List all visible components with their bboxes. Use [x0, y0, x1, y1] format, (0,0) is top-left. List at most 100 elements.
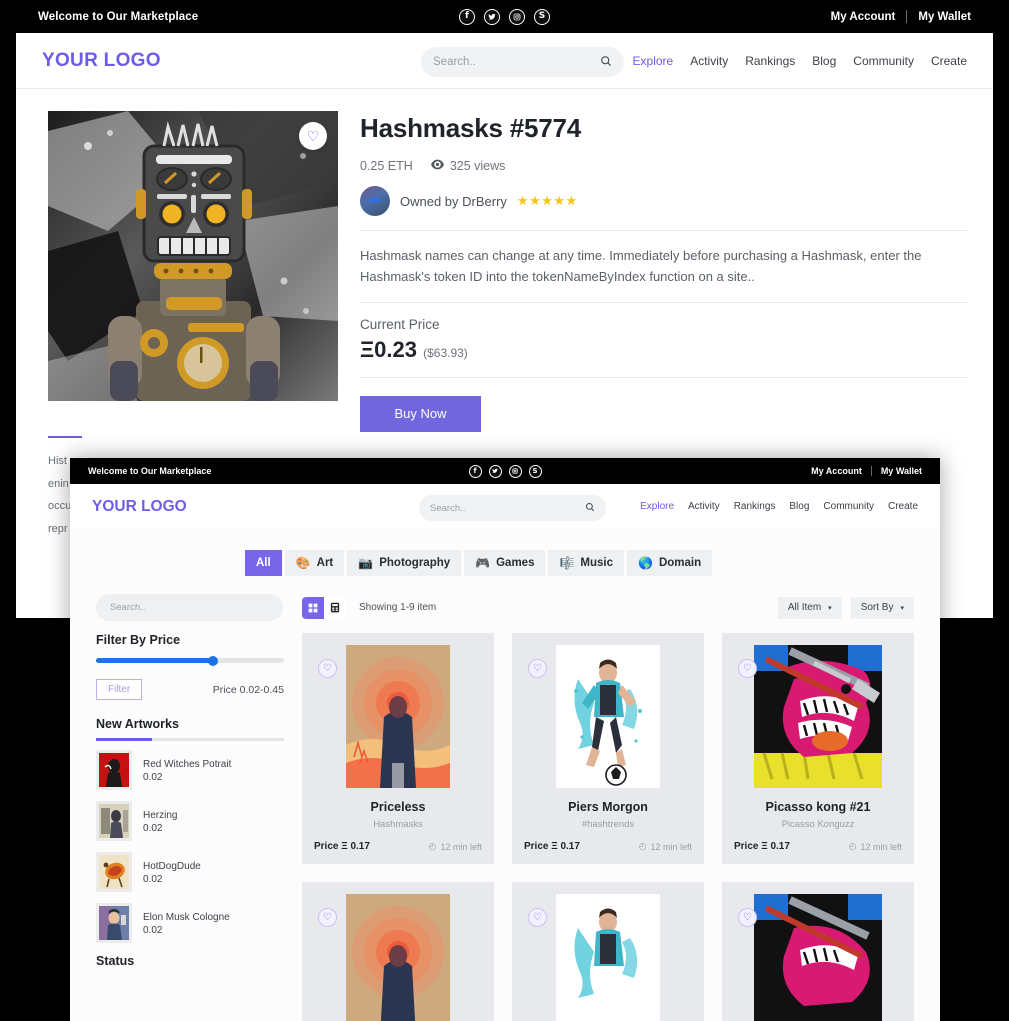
favorite-heart-icon[interactable]: ♡: [738, 659, 757, 678]
category-tab-games[interactable]: 🎮 Games: [464, 550, 546, 576]
nft-artwork-wrapper: ♡: [48, 111, 338, 401]
nft-card[interactable]: ♡: [302, 633, 494, 864]
search-icon[interactable]: [600, 55, 612, 70]
current-price-value: Ξ0.23 ($63.93): [360, 337, 967, 363]
category-tab-music[interactable]: 🎼 Music: [548, 550, 625, 576]
nft-card-image: [524, 894, 692, 1021]
category-tabs: All 🎨 Art 📷 Photography 🎮 Games 🎼 Music: [70, 529, 940, 576]
chevron-down-icon: ▾: [828, 604, 832, 612]
all-item-dropdown[interactable]: All Item ▾: [777, 596, 842, 619]
nft-card-title: Piers Morgon: [568, 800, 648, 814]
nav-link-blog[interactable]: Blog: [789, 501, 809, 512]
skype-icon[interactable]: S: [534, 8, 550, 25]
nft-card-image: [314, 894, 482, 1021]
account-links: My Account My Wallet: [831, 10, 971, 23]
list-item[interactable]: Red Witches Potrait 0.02: [96, 749, 284, 790]
skype-icon[interactable]: S: [528, 464, 542, 478]
instagram-icon[interactable]: [509, 8, 525, 25]
nav-link-rankings[interactable]: Rankings: [745, 54, 795, 68]
site-logo[interactable]: YOUR LOGO: [42, 50, 161, 72]
nav-link-blog[interactable]: Blog: [812, 54, 836, 68]
list-view-icon[interactable]: [324, 596, 346, 619]
price-range-label: Price 0.02-0.45: [212, 683, 284, 696]
nav-link-activity[interactable]: Activity: [690, 54, 728, 68]
favorite-heart-button[interactable]: ♡: [299, 122, 327, 150]
price-range-slider[interactable]: [96, 655, 284, 666]
nav-link-rankings[interactable]: Rankings: [734, 501, 776, 512]
list-item[interactable]: HotDogDude 0.02: [96, 851, 284, 892]
buy-now-button[interactable]: Buy Now: [360, 395, 481, 432]
nav-link-create[interactable]: Create: [931, 54, 967, 68]
twitter-icon[interactable]: [488, 464, 502, 478]
divider: [360, 230, 967, 231]
sort-by-dropdown[interactable]: Sort By ▾: [850, 596, 914, 619]
filter-button[interactable]: Filter: [96, 679, 143, 700]
nav-link-explore[interactable]: Explore: [633, 54, 674, 68]
nft-card-image: [734, 894, 902, 1021]
category-label: Domain: [658, 557, 702, 569]
favorite-heart-icon[interactable]: ♡: [318, 908, 337, 927]
category-tab-art[interactable]: 🎨 Art: [284, 550, 345, 576]
overlay-top-utility-bar: Welcome to Our Marketplace f S My Accoun…: [70, 458, 940, 484]
overlay-nav-links: Explore Activity Rankings Blog Community…: [640, 501, 918, 512]
nav-link-community[interactable]: Community: [823, 501, 874, 512]
nft-card-collection: Picasso Konguzz: [781, 819, 855, 830]
category-tab-photography[interactable]: 📷 Photography: [347, 550, 462, 576]
my-account-link[interactable]: My Account: [811, 466, 862, 476]
time-left-text: 12 min left: [860, 841, 902, 852]
nav-link-create[interactable]: Create: [888, 501, 918, 512]
facebook-icon[interactable]: f: [459, 8, 475, 25]
palette-icon: 🎨: [295, 556, 311, 570]
nft-card-grid: ♡ Priceless Hashmasks Price Ξ 0.17 ◴ 12 …: [302, 633, 914, 1021]
nft-card-title: Picasso kong #21: [765, 800, 871, 814]
nft-card-price: Price Ξ 0.17: [314, 841, 370, 852]
artwork-info: Herzing 0.02: [143, 808, 177, 834]
camera-icon: 📷: [358, 556, 374, 570]
showing-count-label: Showing 1-9 item: [359, 602, 437, 613]
explore-search-input[interactable]: Search..: [96, 594, 283, 621]
category-tab-domain[interactable]: 🌎 Domain: [627, 550, 713, 576]
nft-card[interactable]: ♡: [722, 882, 914, 1021]
list-item[interactable]: Herzing 0.02: [96, 800, 284, 841]
grid-view-icon[interactable]: [302, 596, 324, 619]
nft-artwork-image: [48, 111, 338, 401]
my-account-link[interactable]: My Account: [831, 11, 896, 23]
favorite-heart-icon[interactable]: ♡: [318, 659, 337, 678]
nav-links: Explore Activity Rankings Blog Community…: [633, 54, 967, 68]
section-accent-bar: [48, 435, 82, 439]
favorite-heart-icon[interactable]: ♡: [528, 659, 547, 678]
divider: [906, 10, 908, 23]
explore-toolbar: Search.. Showing 1-9 item All Item ▾ Sor…: [70, 576, 940, 621]
artwork-info: Elon Musk Cologne 0.02: [143, 910, 230, 936]
favorite-heart-icon[interactable]: ♡: [738, 908, 757, 927]
nft-card-footer: Price Ξ 0.17 ◴ 12 min left: [524, 841, 692, 852]
nft-card[interactable]: ♡ Priceless: [302, 882, 494, 1021]
nft-card[interactable]: ♡: [722, 633, 914, 864]
my-wallet-link[interactable]: My Wallet: [918, 11, 971, 23]
twitter-icon[interactable]: [484, 8, 500, 25]
overlay-site-logo[interactable]: YOUR LOGO: [92, 498, 187, 516]
slider-knob[interactable]: [207, 655, 218, 666]
nav-link-activity[interactable]: Activity: [688, 501, 720, 512]
category-tab-all[interactable]: All: [245, 550, 282, 576]
favorite-heart-icon[interactable]: ♡: [528, 908, 547, 927]
facebook-icon[interactable]: f: [468, 464, 482, 478]
my-wallet-link[interactable]: My Wallet: [881, 466, 922, 476]
artwork-price: 0.02: [143, 771, 163, 783]
instagram-icon[interactable]: [508, 464, 522, 478]
nft-card[interactable]: ♡: [512, 633, 704, 864]
overlay-search-input[interactable]: Search..: [419, 495, 606, 521]
nft-card-time-left: ◴ 12 min left: [849, 841, 902, 852]
nft-title: Hashmasks #5774: [360, 113, 582, 143]
view-mode-toggle: [302, 596, 346, 619]
nft-card[interactable]: ♡ Piers Morgo: [512, 882, 704, 1021]
owner-name[interactable]: Owned by DrBerry: [400, 194, 507, 209]
nav-link-community[interactable]: Community: [853, 54, 914, 68]
search-icon[interactable]: [585, 502, 595, 515]
owner-avatar: [360, 186, 390, 216]
overlay-navbar: YOUR LOGO Search.. Explore Activity Rank…: [70, 484, 940, 529]
search-input[interactable]: Search..: [421, 47, 624, 77]
list-item[interactable]: Elon Musk Cologne 0.02: [96, 902, 284, 943]
nav-link-explore[interactable]: Explore: [640, 501, 674, 512]
new-artworks-list: Red Witches Potrait 0.02 Herzing 0.02 Ho…: [96, 749, 284, 943]
